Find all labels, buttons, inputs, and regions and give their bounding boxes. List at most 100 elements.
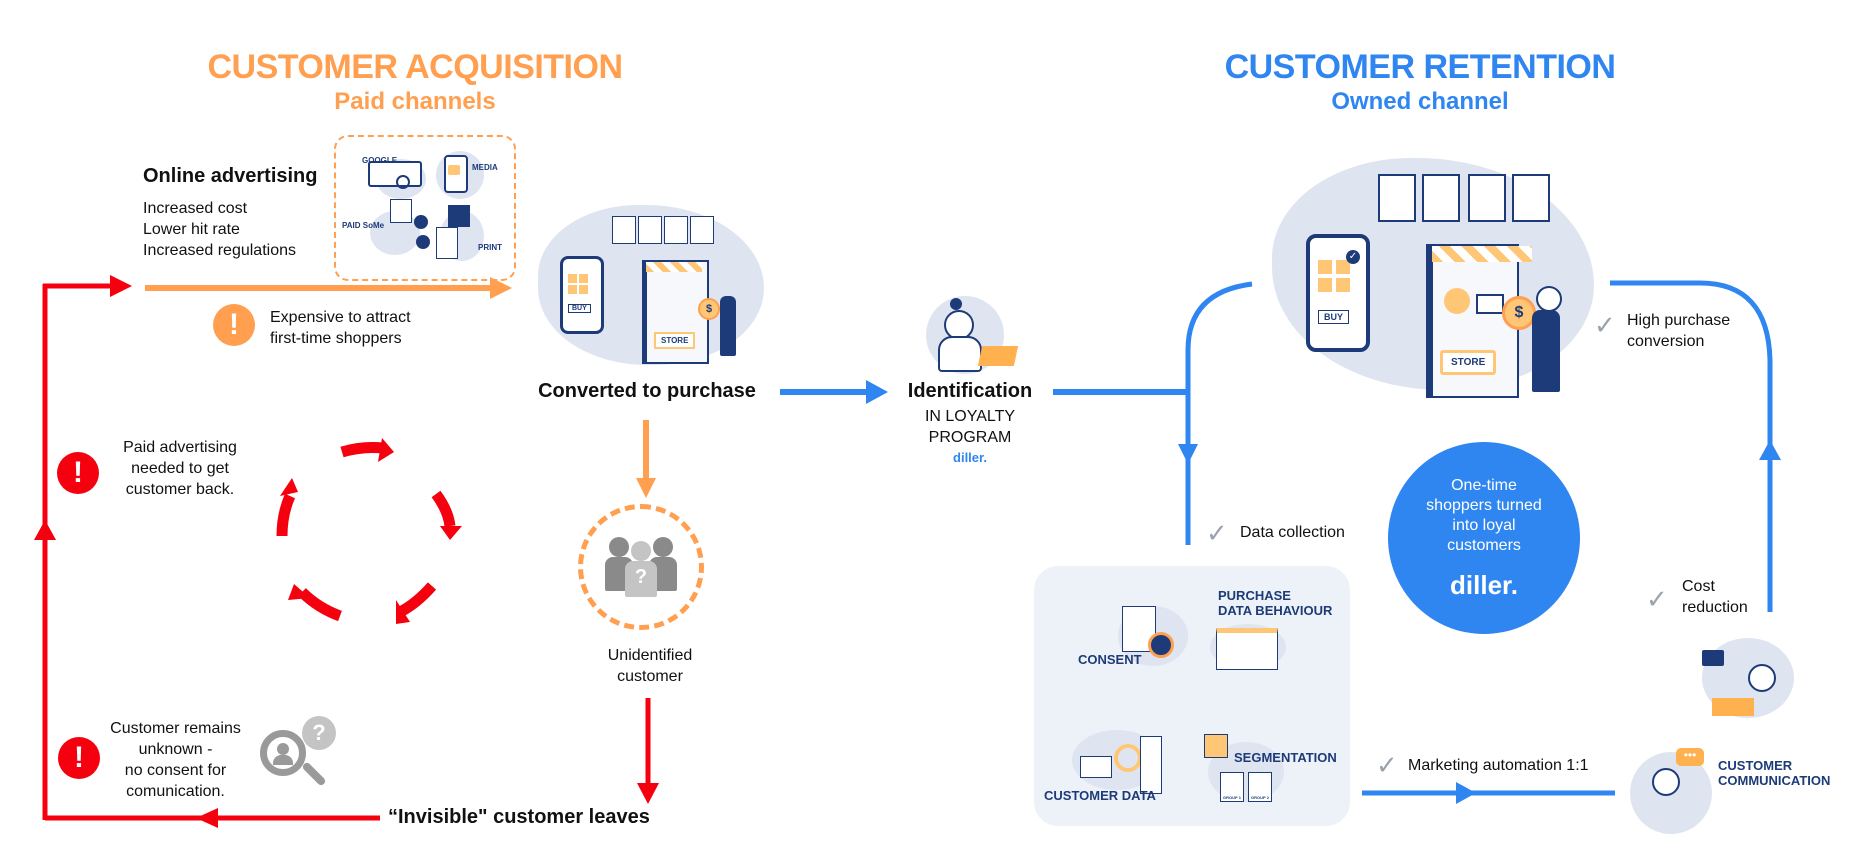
retention-title: CUSTOMER RETENTION <box>1224 48 1616 86</box>
acquisition-title: CUSTOMER ACQUISITION <box>207 48 623 86</box>
phone-buy-label: BUY <box>1318 310 1350 324</box>
identification-title: Identification <box>907 380 1033 402</box>
high-purchase-conversion-text: High purchase conversion <box>1627 312 1731 350</box>
phone-buy-label: BUY <box>568 304 591 313</box>
segmentation-label: SEGMENTATION <box>1234 750 1337 765</box>
linkedin-icon <box>416 235 430 249</box>
warning-icon: ! <box>58 737 100 779</box>
donut-chart-icon <box>1114 744 1142 772</box>
question-bubble-icon: ? <box>302 716 336 750</box>
converted-to-purchase-label: Converted to purchase <box>538 380 756 402</box>
person-head-icon <box>277 743 289 755</box>
laptop-product-icon <box>1378 174 1416 222</box>
woman-face-icon <box>1748 664 1776 692</box>
warning-icon: ! <box>213 304 255 346</box>
cycle-arrow-5 <box>276 493 296 537</box>
cycle-arrow-2 <box>431 490 456 527</box>
cycle-arrow-4 <box>298 588 342 622</box>
marketing-automation-text: Marketing automation 1:1 <box>1408 757 1589 774</box>
retention-subtitle: Owned channel <box>1331 88 1509 115</box>
app-tile-icon <box>1336 278 1350 292</box>
channel-paid-some: PAID SoMe <box>342 221 385 230</box>
phone-product-icon <box>664 216 688 244</box>
invisible-customer-leaves-label: “Invisible" customer leaves <box>388 806 650 828</box>
blue-down-arrowhead <box>1178 444 1198 464</box>
person-body-icon <box>273 755 293 765</box>
person-icon <box>653 537 673 557</box>
shopper-head-icon <box>1536 286 1562 312</box>
paid-advertising-warning-text: Paid advertising needed to get customer … <box>123 439 237 498</box>
loyal-customers-text: One-time shoppers turned into loyal cust… <box>1426 477 1542 554</box>
customer-unknown-warning-text: Customer remains unknown - no consent fo… <box>110 720 241 800</box>
red-cycle-arrows <box>276 442 456 622</box>
shopper-figure-icon <box>1532 310 1560 392</box>
app-tile-icon <box>579 285 588 294</box>
consent-label: CONSENT <box>1078 652 1142 667</box>
woman-face-icon <box>1652 768 1680 796</box>
laptop-product-icon <box>612 216 636 244</box>
chat-bubble-icon: ••• <box>1676 748 1704 766</box>
channel-google: GOOGLE <box>362 156 398 165</box>
orange-down-arrowhead <box>636 478 656 498</box>
online-advertising-points: Increased cost Lower hit rate Increased … <box>143 198 296 261</box>
watch-product-icon <box>638 216 662 244</box>
magnifier-icon <box>396 175 410 189</box>
check-icon: ✓ <box>1206 518 1228 548</box>
identification-subtitle: IN LOYALTY PROGRAM <box>924 408 1016 446</box>
print-document-icon <box>436 227 458 259</box>
channel-media: MEDIA <box>472 163 498 172</box>
dollar-coin-icon: $ <box>698 298 720 320</box>
phone-icon <box>1306 234 1370 352</box>
laptop-icon <box>977 346 1019 366</box>
app-tile-icon <box>568 274 577 283</box>
retention-store-illustration: ✓ BUY STORE $ <box>1296 170 1596 400</box>
store-awning-icon <box>646 262 702 272</box>
store-illustration: BUY STORE $ <box>556 212 756 370</box>
phone-icon <box>560 256 604 334</box>
check-icon: ✓ <box>1594 310 1616 340</box>
purchase-behaviour-label: PURCHASE DATA BEHAVIOUR <box>1218 588 1333 618</box>
store-awning-icon <box>1432 246 1532 262</box>
phone-product-icon <box>1468 174 1506 222</box>
blue-curve-top-left <box>1185 281 1253 545</box>
expensive-warning-text: Expensive to attract first-time shoppers <box>270 309 411 347</box>
instagram-icon <box>414 215 428 229</box>
search-person-icon <box>260 730 306 776</box>
app-tile-icon <box>579 274 588 283</box>
cost-reduction-text: Cost reduction <box>1682 578 1748 616</box>
check-badge-icon: ✓ <box>1346 250 1360 264</box>
woman-body-icon <box>938 336 982 372</box>
loyal-customers-circle: One-time shoppers turned into loyal cust… <box>1388 442 1580 634</box>
headphones-product-icon <box>1512 174 1550 222</box>
channel-print: PRINT <box>478 243 502 252</box>
point-increased-regulations: Increased regulations <box>143 242 296 259</box>
store-sign: STORE <box>1440 350 1497 375</box>
paid-channels-box: GOOGLE MEDIA PAID SoMe PRINT <box>334 135 516 281</box>
unidentified-customer-label: Unidentified customer <box>607 647 693 685</box>
question-mark-icon: ? <box>625 561 657 597</box>
group-2-card: GROUP 2 <box>1248 772 1272 802</box>
app-tile-icon <box>1318 278 1332 292</box>
store-sign: STORE <box>654 332 696 349</box>
app-tile-icon <box>568 285 577 294</box>
laptop-icon <box>1712 698 1754 716</box>
diller-logo-small: diller. <box>953 450 987 465</box>
key-icon <box>1148 632 1174 658</box>
red-up-arrowhead <box>34 520 56 540</box>
social-post-icon <box>390 199 412 223</box>
point-increased-cost: Increased cost <box>143 200 248 217</box>
cycle-arrow-3 <box>397 582 437 617</box>
shopkeeper-icon <box>1444 288 1470 314</box>
woman-hair-icon <box>950 298 962 310</box>
check-icon: ✓ <box>1376 750 1398 780</box>
envelope-icon <box>1702 650 1724 666</box>
data-collection-text: Data collection <box>1240 524 1345 541</box>
shopper-figure-icon <box>720 296 736 356</box>
watch-product-icon <box>1422 174 1460 222</box>
headphones-product-icon <box>690 216 714 244</box>
customer-data-panel: CONSENT PURCHASE DATA BEHAVIOUR CUSTOMER… <box>1034 566 1350 826</box>
blue-automation-arrowhead <box>1456 782 1476 804</box>
person-icon <box>609 537 629 557</box>
data-stack-icon <box>1140 736 1162 794</box>
diller-logo-large: diller. <box>1450 570 1518 600</box>
